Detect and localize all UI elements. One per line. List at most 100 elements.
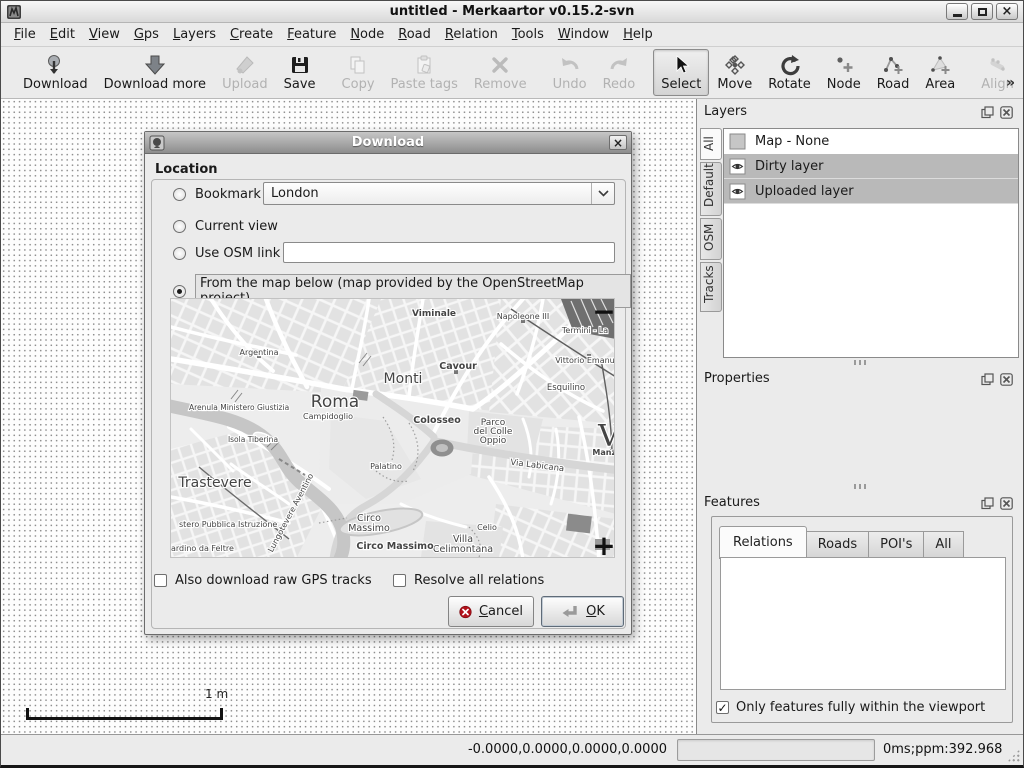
node-button[interactable]: Node (819, 49, 869, 96)
dialog-titlebar[interactable]: Download × (145, 132, 631, 154)
move-icon (724, 54, 746, 76)
layers-tab-tracks[interactable]: Tracks (700, 262, 722, 312)
select-button[interactable]: Select (653, 49, 709, 96)
download-icon (44, 54, 66, 76)
float-panel-icon[interactable] (981, 497, 994, 510)
close-icon: × (613, 136, 623, 150)
layers-tab-default[interactable]: Default (700, 162, 722, 216)
remove-button[interactable]: Remove (466, 49, 535, 96)
upload-icon (234, 54, 256, 76)
copy-button[interactable]: Copy (334, 49, 383, 96)
menu-relation[interactable]: Relation (438, 24, 505, 45)
bookmark-radio[interactable] (173, 188, 186, 201)
menu-help[interactable]: Help (616, 24, 660, 45)
menu-file[interactable]: File (7, 24, 43, 45)
layers-tab-all[interactable]: All (700, 128, 722, 160)
layer-row-dirty[interactable]: Dirty layer (724, 154, 1018, 179)
eye-icon[interactable] (729, 158, 746, 175)
menu-layers[interactable]: Layers (166, 24, 223, 45)
rotate-icon (779, 54, 801, 76)
ok-button[interactable]: OK (541, 596, 624, 627)
menu-feature[interactable]: Feature (280, 24, 343, 45)
osm-link-input[interactable] (283, 242, 615, 263)
map-label: Trastevere (177, 475, 251, 491)
current-view-radio[interactable] (173, 220, 186, 233)
close-button[interactable]: × (996, 3, 1018, 20)
area-button[interactable]: Area (917, 49, 963, 96)
tab-relations[interactable]: Relations (719, 526, 807, 559)
download-button[interactable]: Download (15, 49, 96, 96)
minimize-icon (953, 14, 962, 17)
menu-road[interactable]: Road (391, 24, 438, 45)
menu-view[interactable]: View (82, 24, 127, 45)
maximize-button[interactable] (971, 3, 993, 20)
map-label: Celimontana (433, 544, 493, 555)
layers-panel-title: Layers (704, 104, 747, 119)
dialog-title: Download (145, 135, 631, 150)
map-preview[interactable]: Viminale Napoleone III Termini - La Arge… (170, 298, 615, 558)
layer-blank-icon[interactable] (729, 133, 746, 150)
redo-button[interactable]: Redo (595, 49, 644, 96)
layer-row-map[interactable]: Map - None (724, 129, 1018, 154)
menu-node[interactable]: Node (343, 24, 391, 45)
layer-row-uploaded[interactable]: Uploaded layer (724, 179, 1018, 204)
scalebar-label: 1 m (205, 687, 228, 701)
chevron-down-icon (598, 190, 609, 197)
bookmark-combo[interactable]: London (263, 182, 615, 205)
road-button[interactable]: Road (869, 49, 918, 96)
splitter[interactable] (697, 484, 1023, 489)
rotate-button[interactable]: Rotate (760, 49, 819, 96)
bookmark-label: Bookmark (195, 187, 261, 202)
map-label: Campidoglio (303, 412, 353, 421)
float-panel-icon[interactable] (981, 373, 994, 386)
maximize-icon (978, 8, 987, 16)
menu-gps[interactable]: Gps (127, 24, 166, 45)
features-list[interactable] (720, 557, 1006, 690)
zoom-in-button[interactable]: + (592, 529, 615, 558)
undo-button[interactable]: Undo (545, 49, 595, 96)
splitter[interactable] (697, 360, 1023, 365)
cancel-button[interactable]: Cancel (448, 596, 534, 627)
resize-grip[interactable] (1007, 749, 1020, 762)
current-view-option: Current view (173, 219, 278, 234)
toolbar-overflow-button[interactable]: » (1006, 75, 1015, 91)
layers-tab-strip: All Default OSM Tracks (700, 128, 722, 312)
dialog-close-button[interactable]: × (609, 135, 627, 150)
bookmark-combo-value: London (264, 186, 591, 201)
tab-roads[interactable]: Roads (807, 531, 869, 558)
tab-all[interactable]: All (924, 531, 963, 558)
gps-tracks-label: Also download raw GPS tracks (175, 573, 372, 588)
close-panel-icon[interactable] (1000, 373, 1013, 386)
eye-icon[interactable] (729, 183, 746, 200)
menu-tools[interactable]: Tools (505, 24, 551, 45)
menu-edit[interactable]: Edit (43, 24, 82, 45)
gps-tracks-row: Also download raw GPS tracks (154, 573, 372, 588)
current-view-label: Current view (195, 219, 278, 234)
map-label: Palatino (370, 462, 402, 471)
titlebar[interactable]: untitled - Merkaartor v0.15.2-svn × (1, 1, 1023, 23)
move-button[interactable]: Move (709, 49, 760, 96)
minimize-button[interactable] (946, 3, 968, 20)
menu-create[interactable]: Create (223, 24, 280, 45)
map-label: Argentina (239, 348, 278, 357)
osm-link-radio[interactable] (173, 247, 186, 260)
map-label: Viminale (412, 309, 456, 319)
viewport-filter-checkbox[interactable]: ✓ (716, 701, 729, 714)
save-button[interactable]: Save (276, 49, 324, 96)
map-label: Cavour (439, 361, 477, 372)
tab-pois[interactable]: POI's (869, 531, 924, 558)
combo-arrow-button[interactable] (591, 183, 614, 204)
layers-tab-osm[interactable]: OSM (700, 218, 722, 260)
close-panel-icon[interactable] (1000, 497, 1013, 510)
float-panel-icon[interactable] (981, 106, 994, 119)
map-label: Arenula Ministero Giustizia (189, 403, 289, 412)
menu-window[interactable]: Window (551, 24, 616, 45)
zoom-out-button[interactable]: − (592, 299, 615, 328)
download-more-button[interactable]: Download more (96, 49, 214, 96)
close-panel-icon[interactable] (1000, 106, 1013, 119)
upload-button[interactable]: Upload (214, 49, 276, 96)
gps-tracks-checkbox[interactable] (154, 574, 167, 587)
from-map-radio[interactable] (173, 285, 186, 298)
resolve-relations-checkbox[interactable] (393, 574, 406, 587)
paste-tags-button[interactable]: Paste tags (383, 49, 466, 96)
